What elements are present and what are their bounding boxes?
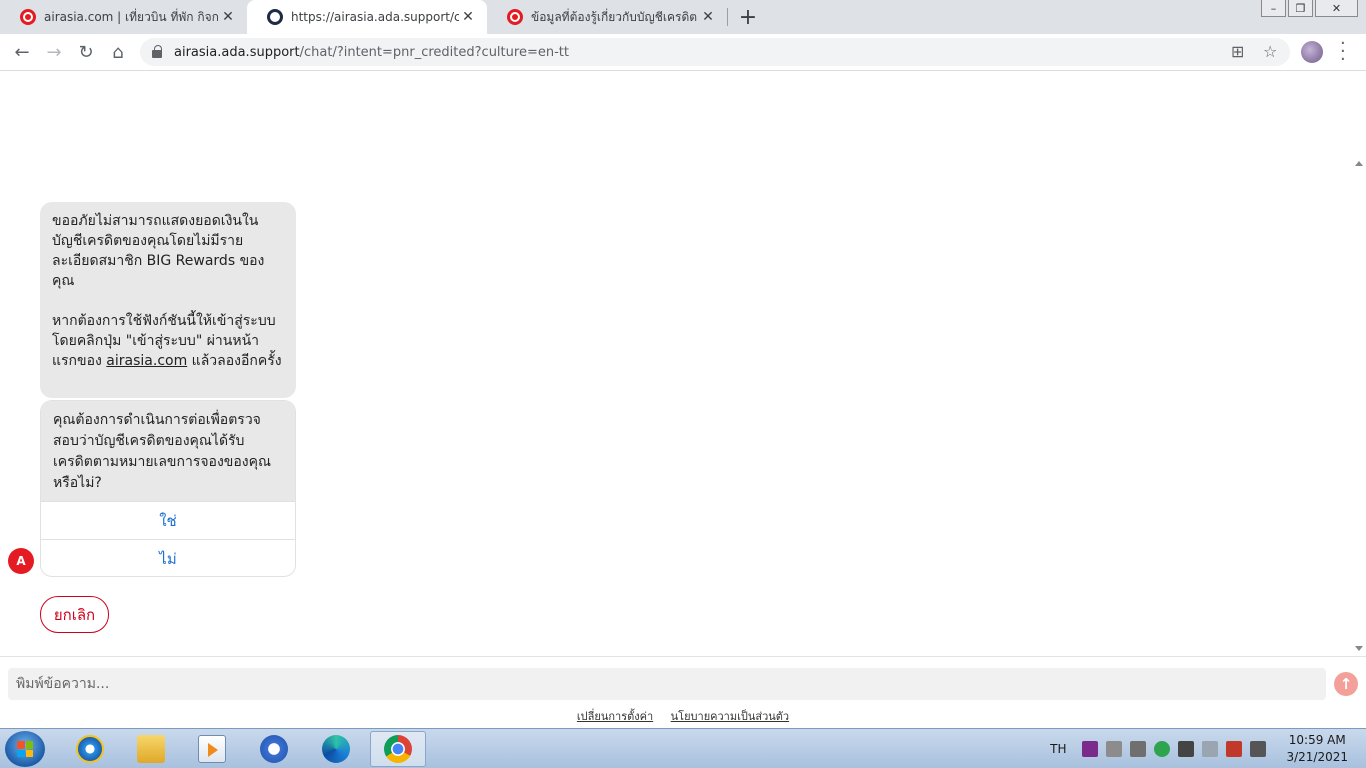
privacy-policy-link[interactable]: นโยบายความเป็นส่วนตัว	[671, 710, 789, 723]
taskbar-edge[interactable]	[308, 731, 364, 767]
sync-icon[interactable]	[1154, 741, 1171, 757]
windows-logo-icon	[17, 741, 33, 757]
question-text: คุณต้องการดำเนินการต่อเพื่อตรวจสอบว่าบัญ…	[41, 401, 295, 501]
media-player-icon	[198, 735, 226, 763]
tray-app-icon[interactable]	[1130, 741, 1147, 757]
minimize-button[interactable]: –	[1261, 0, 1286, 17]
chrome-icon	[384, 735, 412, 763]
taskbar-file-explorer[interactable]	[123, 731, 179, 767]
url-path: /chat/?intent=pnr_credited?culture=en-tt	[299, 44, 569, 60]
menu-icon[interactable]: · · ·	[1340, 35, 1346, 69]
home-icon[interactable]: ⌂	[106, 40, 130, 64]
divider	[0, 656, 1366, 657]
airasia-link[interactable]: airasia.com	[106, 353, 187, 369]
internet-explorer-icon	[76, 735, 104, 763]
message-text-tail: แล้วลองอีกครั้ง	[187, 353, 282, 369]
network-warning-icon[interactable]	[1226, 741, 1243, 757]
tab-title: airasia.com | เที่ยวบิน ที่พัก กิจกรรม	[44, 9, 219, 24]
message-input[interactable]: พิมพ์ข้อความ...	[8, 668, 1326, 700]
profile-avatar[interactable]	[1301, 41, 1323, 63]
clock-date: 3/21/2021	[1286, 750, 1348, 764]
clock[interactable]: 10:59 AM 3/21/2021	[1286, 732, 1348, 766]
tab-airasia-home[interactable]: airasia.com | เที่ยวบิน ที่พัก กิจกรรม ✕	[0, 0, 247, 34]
address-bar[interactable]: airasia.ada.support/chat/?intent=pnr_cre…	[140, 38, 1290, 66]
window-controls: – ❐ ✕	[1261, 0, 1358, 17]
tab-title: ข้อมูลที่ต้องรู้เกี่ยวกับบัญชีเครดิต	[531, 9, 698, 24]
system-tray: TH 10:59 AM 3/21/2021	[1050, 729, 1354, 768]
translate-icon[interactable]: ⊞	[1231, 42, 1244, 61]
new-tab-button[interactable]: +	[737, 3, 759, 31]
chrome-blue-icon	[260, 735, 288, 763]
taskbar-internet-explorer[interactable]	[62, 731, 118, 767]
close-window-button[interactable]: ✕	[1315, 0, 1358, 17]
taskbar-chrome[interactable]	[370, 731, 426, 767]
tab-separator	[727, 8, 728, 26]
tab-ada-chat[interactable]: https://airasia.ada.support/chat/? ✕	[247, 0, 487, 34]
back-arrow-icon[interactable]: ←	[10, 40, 34, 64]
scroll-down-icon[interactable]	[1355, 646, 1363, 651]
taskbar-chrome-alt[interactable]	[246, 731, 302, 767]
onenote-icon[interactable]	[1082, 741, 1099, 757]
volume-icon[interactable]	[1202, 741, 1219, 757]
bot-avatar: A	[8, 548, 34, 574]
browser-toolbar: ← → ↻ ⌂ airasia.ada.support/chat/?intent…	[0, 34, 1366, 71]
scrollbar[interactable]	[1352, 156, 1366, 656]
cancel-button[interactable]: ยกเลิก	[40, 596, 109, 633]
star-icon[interactable]: ☆	[1263, 42, 1277, 61]
footer-links: เปลี่ยนการตั้งค่า นโยบายความเป็นส่วนตัว	[0, 707, 1366, 725]
tray-app-icon[interactable]	[1106, 741, 1123, 757]
tray-app-icon[interactable]	[1178, 741, 1195, 757]
forward-arrow-icon[interactable]: →	[42, 40, 66, 64]
message-text: ขออภัยไม่สามารถแสดงยอดเงินในบัญชีเครดิตข…	[52, 213, 276, 369]
clock-time: 10:59 AM	[1288, 733, 1346, 747]
send-arrow-icon[interactable]: ↑	[1334, 672, 1358, 696]
ada-icon	[267, 9, 283, 25]
tab-credit-info[interactable]: ข้อมูลที่ต้องรู้เกี่ยวกับบัญชีเครดิต ✕	[487, 0, 727, 34]
tab-title: https://airasia.ada.support/chat/?	[291, 10, 459, 24]
bot-message-bubble: ขออภัยไม่สามารถแสดงยอดเงินในบัญชีเครดิตข…	[40, 202, 296, 398]
option-yes-button[interactable]: ใช่	[41, 501, 295, 539]
browser-tab-bar: airasia.com | เที่ยวบิน ที่พัก กิจกรรม ✕…	[0, 0, 1366, 34]
lock-icon	[152, 45, 162, 58]
windows-taskbar: TH 10:59 AM 3/21/2021	[0, 728, 1366, 768]
scroll-up-icon[interactable]	[1355, 161, 1363, 166]
airasia-icon	[20, 9, 36, 25]
close-icon[interactable]: ✕	[699, 9, 717, 25]
signal-icon[interactable]	[1250, 741, 1267, 757]
restore-button[interactable]: ❐	[1288, 0, 1313, 17]
start-button[interactable]	[5, 731, 45, 767]
reload-icon[interactable]: ↻	[74, 40, 98, 64]
edge-icon	[322, 735, 350, 763]
url-host: airasia.ada.support	[174, 44, 300, 60]
airasia-icon	[507, 9, 523, 25]
change-settings-link[interactable]: เปลี่ยนการตั้งค่า	[577, 710, 653, 723]
language-indicator[interactable]: TH	[1050, 742, 1066, 756]
close-icon[interactable]: ✕	[219, 9, 237, 25]
folder-icon	[137, 735, 165, 763]
quick-reply-card: คุณต้องการดำเนินการต่อเพื่อตรวจสอบว่าบัญ…	[40, 400, 296, 577]
option-no-button[interactable]: ไม่	[41, 539, 295, 576]
taskbar-media-player[interactable]	[184, 731, 240, 767]
close-icon[interactable]: ✕	[459, 9, 477, 25]
